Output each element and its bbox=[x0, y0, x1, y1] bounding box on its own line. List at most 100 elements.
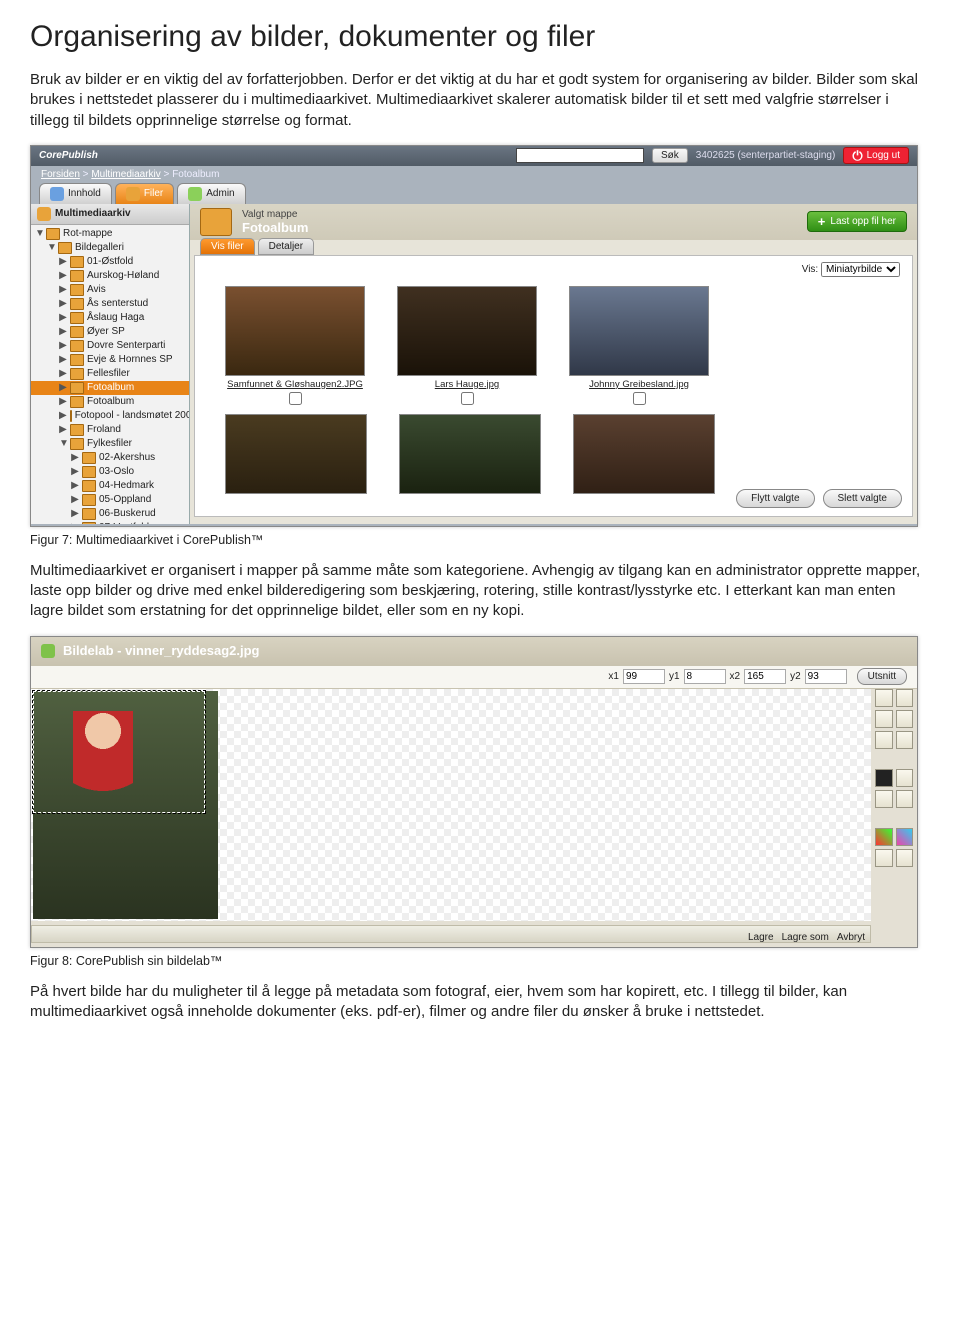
crop-selection[interactable] bbox=[33, 691, 205, 813]
thumbnail-checkbox[interactable] bbox=[633, 392, 646, 405]
tree-node[interactable]: ▶Aurskog-Høland bbox=[31, 269, 189, 283]
view-select[interactable]: Miniatyrbilde bbox=[821, 262, 900, 277]
image-canvas[interactable] bbox=[31, 689, 871, 921]
save-as-button[interactable]: Lagre som bbox=[782, 932, 829, 943]
tool-palette bbox=[875, 689, 913, 867]
thumbnail-checkbox[interactable] bbox=[289, 392, 302, 405]
content-header: Valgt mappe Fotoalbum +Last opp fil her bbox=[190, 204, 917, 240]
expand-icon: ▶ bbox=[71, 480, 79, 491]
folder-icon bbox=[58, 242, 72, 254]
tree-node[interactable]: ▶Fotoalbum bbox=[31, 395, 189, 409]
sidebar: Multimediaarkiv ▼Rot-mappe▼Bildegalleri▶… bbox=[31, 204, 190, 524]
tool-flip-v[interactable] bbox=[896, 710, 914, 728]
tool-contrast-up[interactable] bbox=[896, 769, 914, 787]
tool-bright-down[interactable] bbox=[875, 790, 893, 808]
thumbnail-extra-3[interactable] bbox=[573, 414, 715, 494]
screenshot-bildelab: Bildelab - vinner_ryddesag2.jpg x1 y1 x2… bbox=[30, 636, 918, 948]
expand-icon: ▼ bbox=[35, 228, 43, 239]
tree-node[interactable]: ▶Åslaug Haga bbox=[31, 311, 189, 325]
tab-innhold[interactable]: Innhold bbox=[39, 183, 112, 204]
tool-contrast-down[interactable] bbox=[875, 769, 893, 787]
tree-node[interactable]: ▶05-Oppland bbox=[31, 493, 189, 507]
tool-redo[interactable] bbox=[896, 849, 914, 867]
x1-input[interactable] bbox=[623, 669, 665, 684]
tree-node[interactable]: ▼Rot-mappe bbox=[31, 227, 189, 241]
screenshot-multimediaarkiv: CorePublish Søk 3402625 (senterpartiet-s… bbox=[30, 145, 918, 527]
y2-input[interactable] bbox=[805, 669, 847, 684]
thumbnail-checkbox[interactable] bbox=[461, 392, 474, 405]
thumbnail-caption[interactable]: Johnny Greibesland.jpg bbox=[569, 379, 709, 390]
x1-label: x1 bbox=[608, 671, 619, 682]
thumbnail-image[interactable] bbox=[397, 286, 537, 376]
tree-node[interactable]: ▶Evje & Hornnes SP bbox=[31, 353, 189, 367]
subtab-vis-filer[interactable]: Vis filer bbox=[200, 238, 255, 255]
crumb-0[interactable]: Forsiden bbox=[41, 169, 80, 180]
app-name: CorePublish bbox=[39, 150, 98, 161]
upload-button[interactable]: +Last opp fil her bbox=[807, 211, 907, 232]
delete-selected-button[interactable]: Slett valgte bbox=[823, 489, 902, 508]
expand-icon: ▶ bbox=[59, 326, 67, 337]
tree-node[interactable]: ▶02-Akershus bbox=[31, 451, 189, 465]
subtab-detaljer[interactable]: Detaljer bbox=[258, 238, 314, 255]
thumbnail-caption[interactable]: Samfunnet & Gløshaugen2.JPG bbox=[225, 379, 365, 390]
tool-zoom-out[interactable] bbox=[896, 689, 914, 707]
cancel-button[interactable]: Avbryt bbox=[837, 932, 865, 943]
tree-node[interactable]: ▶Fotoalbum bbox=[31, 381, 189, 395]
thumbnail-extra-2[interactable] bbox=[399, 414, 541, 494]
save-button[interactable]: Lagre bbox=[748, 932, 774, 943]
tool-undo[interactable] bbox=[875, 849, 893, 867]
tree-node[interactable]: ▶03-Oslo bbox=[31, 465, 189, 479]
folder-icon bbox=[82, 522, 96, 524]
account-label: 3402625 (senterpartiet-staging) bbox=[696, 150, 836, 161]
folder-icon bbox=[82, 508, 96, 520]
thumbnail-image[interactable] bbox=[225, 286, 365, 376]
tree-node[interactable]: ▶Froland bbox=[31, 423, 189, 437]
tree-label: 01-Østfold bbox=[87, 256, 133, 267]
app-topbar: CorePublish Søk 3402625 (senterpartiet-s… bbox=[31, 146, 917, 166]
tree-node[interactable]: ▼Bildegalleri bbox=[31, 241, 189, 255]
selected-folder-name: Fotoalbum bbox=[242, 220, 308, 235]
h-scrollbar[interactable] bbox=[31, 925, 871, 943]
thumbnail-caption[interactable]: Lars Hauge.jpg bbox=[397, 379, 537, 390]
move-selected-button[interactable]: Flytt valgte bbox=[736, 489, 814, 508]
tool-color-a[interactable] bbox=[875, 828, 893, 846]
tool-zoom-in[interactable] bbox=[875, 689, 893, 707]
tool-color-b[interactable] bbox=[896, 828, 914, 846]
tree-node[interactable]: ▶04-Hedmark bbox=[31, 479, 189, 493]
x2-input[interactable] bbox=[744, 669, 786, 684]
tree-label: Fotopool - landsmøtet 2007 bbox=[75, 410, 190, 421]
logout-button[interactable]: ⏻Logg ut bbox=[843, 147, 909, 164]
folder-icon bbox=[70, 368, 84, 380]
tree-node[interactable]: ▶Dovre Senterparti bbox=[31, 339, 189, 353]
tool-bright-up[interactable] bbox=[896, 790, 914, 808]
tree-node[interactable]: ▶07-Vestfold bbox=[31, 521, 189, 524]
search-input[interactable] bbox=[516, 148, 644, 163]
folder-tree: ▼Rot-mappe▼Bildegalleri▶01-Østfold▶Aursk… bbox=[31, 225, 189, 524]
tree-node[interactable]: ▶01-Østfold bbox=[31, 255, 189, 269]
crumb-2: Fotoalbum bbox=[172, 169, 219, 180]
tab-filer[interactable]: Filer bbox=[115, 183, 174, 204]
crumb-1[interactable]: Multimediaarkiv bbox=[91, 169, 160, 180]
tree-node[interactable]: ▶Fotopool - landsmøtet 2007 bbox=[31, 409, 189, 423]
tree-node[interactable]: ▶Øyer SP bbox=[31, 325, 189, 339]
folder-icon bbox=[70, 382, 84, 394]
tree-node[interactable]: ▶Ås senterstud bbox=[31, 297, 189, 311]
tool-rotate-r[interactable] bbox=[896, 731, 914, 749]
tool-flip-h[interactable] bbox=[875, 710, 893, 728]
tree-node[interactable]: ▶Avis bbox=[31, 283, 189, 297]
search-button[interactable]: Søk bbox=[652, 148, 688, 163]
tree-label: Aurskog-Høland bbox=[87, 270, 159, 281]
tree-node[interactable]: ▼Fylkesfiler bbox=[31, 437, 189, 451]
tree-node[interactable]: ▶06-Buskerud bbox=[31, 507, 189, 521]
tab-admin[interactable]: Admin bbox=[177, 183, 245, 204]
tree-node[interactable]: ▶Fellesfiler bbox=[31, 367, 189, 381]
thumbnail: Samfunnet & Gløshaugen2.JPG bbox=[225, 286, 365, 408]
tree-label: 06-Buskerud bbox=[99, 508, 156, 519]
utsnitt-button[interactable]: Utsnitt bbox=[857, 668, 907, 685]
thumbnail-extra-1[interactable] bbox=[225, 414, 367, 494]
panel-footer-buttons: Flytt valgte Slett valgte bbox=[736, 489, 902, 508]
expand-icon: ▶ bbox=[59, 382, 67, 393]
y1-input[interactable] bbox=[684, 669, 726, 684]
tool-rotate-l[interactable] bbox=[875, 731, 893, 749]
thumbnail-image[interactable] bbox=[569, 286, 709, 376]
